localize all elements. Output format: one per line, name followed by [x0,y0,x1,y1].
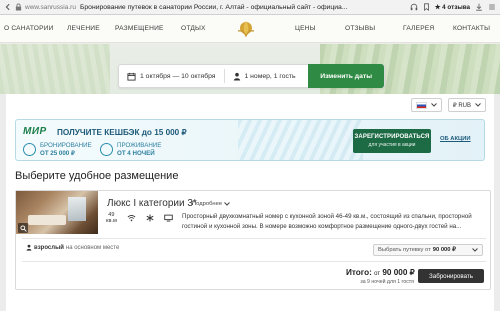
section-title: Выберите удобное размещение [15,170,179,182]
guest-row: взрослый на основном месте [26,244,119,251]
reviews-count: 4 отзыва [442,3,470,11]
total-price-block: Итого: от 90 000 ₽ за 9 ночей для 1 гост… [346,267,415,285]
promo-circle-icon [23,143,36,156]
perk-booking-value: ОТ 25 000 ₽ [40,149,75,157]
room-amenities: 49 кв.м [106,212,173,225]
page-tab-title: Бронирование путевок в санатории России,… [79,3,348,11]
promo-circle-icon [100,143,113,156]
site-logo[interactable] [235,19,257,39]
register-button-label: ЗАРЕГИСТРИРОВАТЬСЯ [354,134,430,140]
nav-item-prices[interactable]: ЦЕНЫ [295,25,316,32]
reviews-badge[interactable]: ★ 4 отзыва [435,4,470,11]
chevron-down-icon [430,103,437,107]
promo-perk-stay: ПРОЖИВАНИЕ ОТ 4 НОЧЕЙ [100,142,161,157]
promo-decoration [238,120,363,160]
total-price: 90 000 ₽ [382,268,415,277]
headphones-icon[interactable] [410,3,418,11]
voucher-select-label: Выбрать путевку от [378,247,431,253]
perk-stay-value: ОТ 4 НОЧЕЙ [117,149,155,157]
currency-select[interactable]: ₽ RUB [447,98,486,112]
total-label: Итого: [346,268,372,277]
room-name: Люкс I категории 3* [107,198,197,209]
room-area-unit: кв.м [106,218,117,225]
hero-decoration-left [0,44,110,94]
nav-item-treatment[interactable]: ЛЕЧЕНИЕ [67,25,100,32]
cashback-promo-banner: МИР ПОЛУЧИТЕ КЕШБЭК до 15 000 ₽ БРОНИРОВ… [15,119,485,161]
nav-item-reviews[interactable]: ОТЗЫВЫ [345,25,375,32]
room-photo-window [68,197,86,221]
date-range-text: 1 октября — 10 октября [140,72,216,80]
language-select[interactable] [410,98,442,112]
content-panel: ₽ RUB МИР ПОЛУЧИТЕ КЕШБЭК до 15 000 ₽ БР… [6,94,494,311]
promo-headline: ПОЛУЧИТЕ КЕШБЭК до 15 000 ₽ [57,128,187,137]
zoom-icon[interactable] [18,223,28,233]
chevron-down-icon [472,248,478,252]
person-icon [233,72,241,81]
guest-place: на основном месте [65,244,120,251]
room-description: Просторный двухкомнатный номер с кухонно… [182,213,472,230]
snowflake-icon [146,214,154,222]
about-promo-link[interactable]: ОБ АКЦИИ [440,136,471,142]
download-icon[interactable] [475,3,483,11]
total-subtitle: за 9 ночей для 1 гостя [360,279,414,285]
url-text[interactable]: www.sanrussia.ru [25,4,76,11]
nav-item-accommodation[interactable]: РАЗМЕЩЕНИЕ [115,25,164,32]
register-button-sublabel: для участия в акции [368,142,416,148]
bookmark-icon[interactable] [423,3,430,11]
chevron-down-icon [224,202,230,206]
room-divider [22,238,486,239]
room-photo[interactable] [16,191,98,234]
nav-item-leisure[interactable]: ОТДЫХ [181,25,206,32]
guests-field[interactable]: 1 номер, 1 гость [225,72,304,81]
date-range-field[interactable]: 1 октября — 10 октября [119,72,224,81]
locale-selectors: ₽ RUB [410,98,486,112]
voucher-select[interactable]: Выбрать путевку от 90 000 ₽ [373,244,483,256]
booking-bar: 1 октября — 10 октября 1 номер, 1 гость … [118,64,385,88]
address-bar[interactable]: www.sanrussia.ru [4,3,76,11]
book-button[interactable]: Забронировать [418,269,484,283]
russia-flag-icon [415,101,427,109]
lock-icon [15,3,22,11]
calendar-icon [127,72,136,81]
tv-icon [164,214,173,222]
site-nav: О САНАТОРИИ ЛЕЧЕНИЕ РАЗМЕЩЕНИЕ ОТДЫХ ЦЕН… [0,15,500,43]
chevron-down-icon [475,103,481,107]
guest-type: взрослый [34,244,64,251]
wifi-icon [127,214,136,222]
room-area: 49 кв.м [106,212,117,225]
perk-booking-title: БРОНИРОВАНИЕ [40,142,92,149]
back-icon[interactable] [4,3,12,11]
menu-icon[interactable] [488,3,496,11]
room-card: Люкс I категории 3* Подробнее 49 кв.м Пр… [15,190,491,290]
change-dates-button[interactable]: Изменить даты [308,64,384,88]
room-photo-bed [28,215,66,225]
nav-item-about[interactable]: О САНАТОРИИ [4,25,54,32]
guests-text: 1 номер, 1 гость [244,72,296,80]
promo-perk-booking: БРОНИРОВАНИЕ ОТ 25 000 ₽ [23,142,92,157]
currency-value: ₽ RUB [452,102,471,109]
nav-item-contacts[interactable]: КОНТАКТЫ [453,25,490,32]
voucher-select-price: 90 000 ₽ [432,247,456,253]
room-details-toggle[interactable]: Подробнее [192,201,230,207]
room-divider [22,261,486,262]
perk-stay-title: ПРОЖИВАНИЕ [117,142,162,149]
total-from: от [374,271,381,277]
browser-bar: www.sanrussia.ru Бронирование путевок в … [0,0,500,15]
mir-logo: МИР [23,126,47,137]
person-icon [26,244,32,251]
room-details-label: Подробнее [192,201,223,207]
register-promo-button[interactable]: ЗАРЕГИСТРИРОВАТЬСЯ для участия в акции [353,129,431,153]
nav-item-gallery[interactable]: ГАЛЕРЕЯ [403,25,434,32]
